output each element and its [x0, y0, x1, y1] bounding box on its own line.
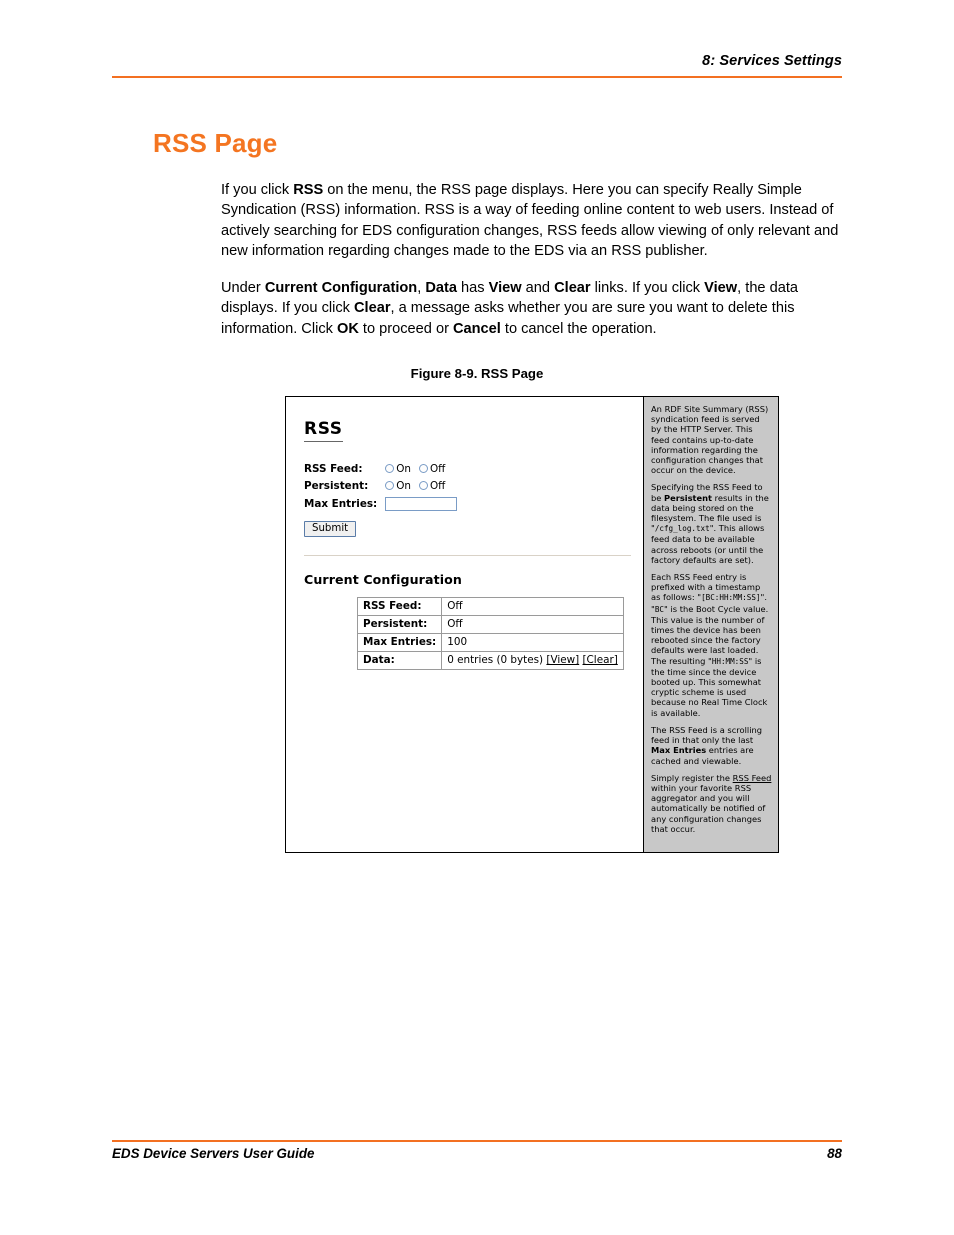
form-row-persistent: Persistent: On Off [304, 480, 457, 497]
rss-feed-radio-group[interactable]: On Off [377, 463, 457, 480]
rss-feed-on-label: On [396, 463, 411, 475]
data-clear-link[interactable]: [Clear] [583, 654, 618, 666]
page-title: RSS Page [153, 128, 278, 158]
help-paragraph-scrolling-feed: The RSS Feed is a scrolling feed in that… [651, 724, 763, 766]
help-paragraph-overview: An RDF Site Summary (RSS) syndication fe… [651, 404, 769, 476]
figure-caption: Figure 8-9. RSS Page [410, 366, 544, 381]
running-header: 8: Services Settings [112, 52, 842, 70]
data-view-link[interactable]: [View] [546, 654, 579, 666]
persistent-radio-group[interactable]: On Off [377, 480, 457, 497]
config-key-data: Data: [356, 651, 443, 670]
table-row: Max Entries: 100 [356, 633, 624, 652]
rss-settings-form: RSS Feed: On Off Persistent: On Off Max En… [304, 463, 458, 516]
figure-rss-page-screenshot: RSS RSS Feed: On Off Persistent: On Off Ma… [285, 396, 779, 853]
help-sidebar: An RDF Site Summary (RSS) syndication fe… [643, 397, 778, 852]
footer-title: EDS Device Servers User Guide [112, 1146, 315, 1161]
max-entries-label: Max Entries: [304, 498, 378, 510]
header-rule [112, 76, 842, 78]
footer-page-number: 88 [827, 1146, 842, 1161]
table-row: Persistent: Off [356, 615, 624, 634]
config-key-max-entries: Max Entries: [356, 633, 443, 652]
app-heading: RSS [304, 419, 343, 442]
rss-feed-on-radio[interactable] [385, 464, 395, 473]
config-value-max-entries: 100 [441, 633, 624, 652]
persistent-label: Persistent: [304, 480, 369, 492]
help-paragraph-register: Simply register the RSS Feed within your… [651, 772, 772, 834]
data-count-text: 0 entries (0 bytes) [447, 654, 544, 666]
table-row: RSS Feed: Off [356, 597, 624, 616]
rss-feed-label: RSS Feed: [304, 463, 363, 475]
paragraph-current-configuration: Under Current Configuration, Data has Vi… [221, 280, 799, 337]
section-divider [304, 555, 631, 556]
table-row: Data: 0 entries (0 bytes) [View] [Clear] [356, 651, 624, 670]
help-paragraph-timestamp: Each RSS Feed entry is prefixed with a t… [651, 572, 769, 718]
rss-feed-off-label: Off [429, 463, 446, 475]
max-entries-input[interactable] [385, 497, 458, 511]
persistent-off-label: Off [429, 480, 446, 492]
config-value-data: 0 entries (0 bytes) [View] [Clear] [441, 651, 624, 670]
config-value-rss-feed: Off [441, 597, 624, 616]
page-footer: EDS Device Servers User Guide 88 [112, 1146, 842, 1161]
help-paragraph-persistent: Specifying the RSS Feed to be Persistent… [651, 482, 769, 565]
current-configuration-heading: Current Configuration [304, 572, 462, 587]
config-key-rss-feed: RSS Feed: [356, 597, 443, 616]
running-header-text: 8: Services Settings [702, 53, 842, 69]
persistent-on-label: On [396, 480, 411, 492]
paragraph-intro: If you click RSS on the menu, the RSS pa… [221, 182, 839, 259]
form-row-rss-feed: RSS Feed: On Off [304, 463, 457, 480]
persistent-on-radio[interactable] [385, 481, 395, 490]
footer-rule [112, 1140, 842, 1142]
rss-feed-off-radio[interactable] [418, 464, 428, 473]
body-content: If you click RSS on the menu, the RSS pa… [221, 180, 842, 356]
submit-button[interactable]: Submit [304, 521, 357, 537]
app-main-panel: RSS RSS Feed: On Off Persistent: On Off Ma… [286, 397, 643, 852]
config-value-persistent: Off [441, 615, 624, 634]
form-row-max-entries: Max Entries: [304, 497, 458, 516]
config-key-persistent: Persistent: [356, 615, 443, 634]
persistent-off-radio[interactable] [418, 481, 428, 490]
current-configuration-table: RSS Feed: Off Persistent: Off Max Entrie… [356, 597, 624, 670]
